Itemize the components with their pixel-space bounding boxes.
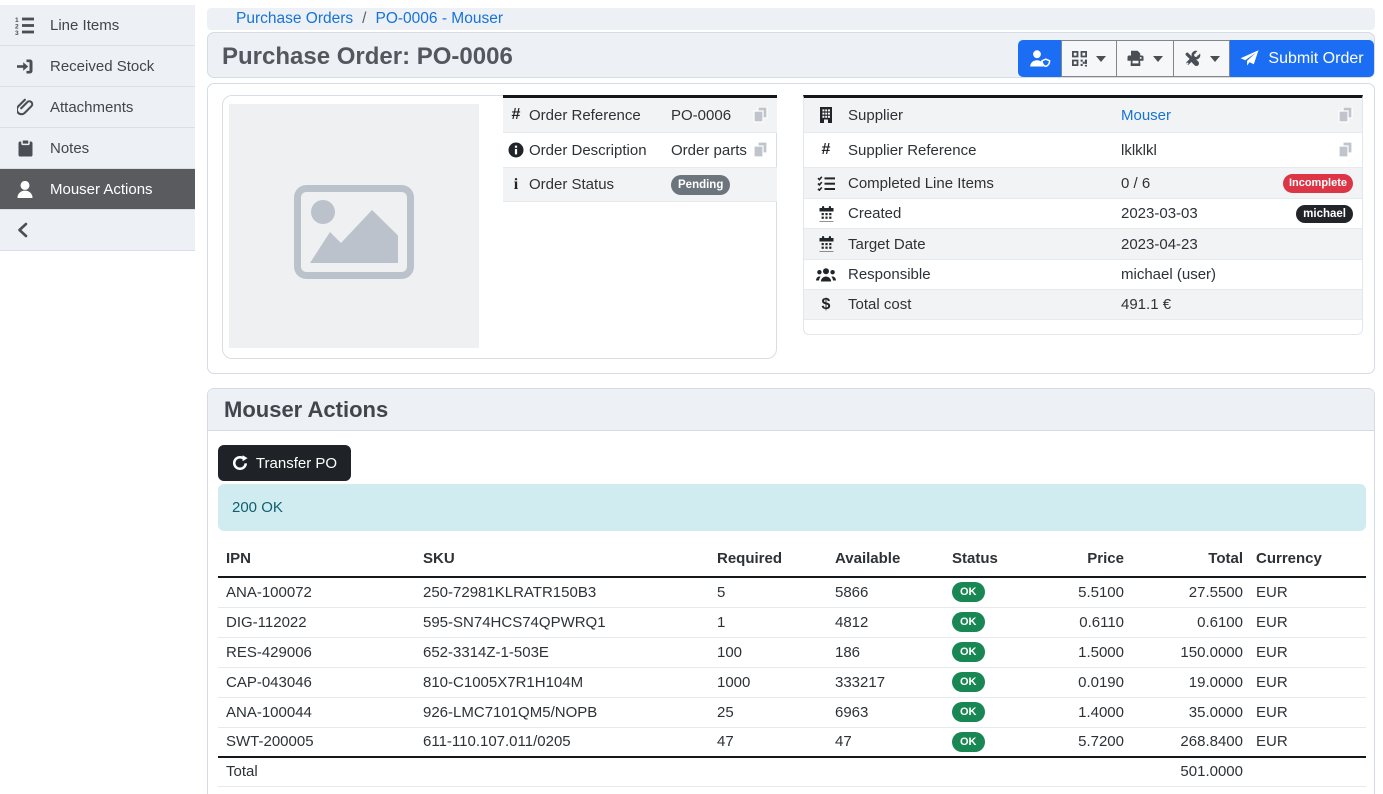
svg-text:3: 3 <box>15 30 19 35</box>
